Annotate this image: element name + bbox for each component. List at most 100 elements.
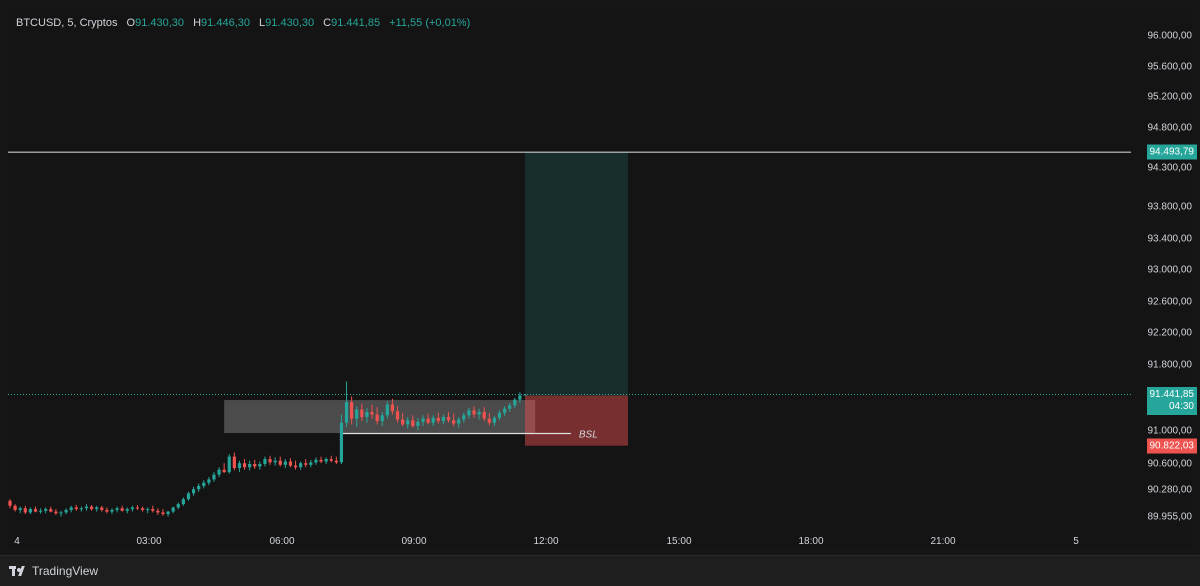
candle-body <box>518 395 522 400</box>
candle-body <box>38 510 43 512</box>
candle-body <box>191 489 196 494</box>
time-tick-label: 21:00 <box>930 536 956 547</box>
candle-body <box>304 463 308 465</box>
candle-body <box>161 512 165 515</box>
candle-body <box>54 511 58 514</box>
symbol-label[interactable]: BTCUSD, 5, Cryptos <box>16 17 117 29</box>
candle-body <box>421 418 425 422</box>
candle-body <box>457 419 461 424</box>
candle-body <box>130 507 134 510</box>
candle-body <box>33 509 38 512</box>
candle-body <box>467 410 471 416</box>
candle-body <box>436 417 440 422</box>
candle-body <box>253 464 257 467</box>
candle-body <box>411 420 415 427</box>
candle-body <box>288 461 293 466</box>
candle-body <box>28 509 32 513</box>
candle-body <box>441 416 446 422</box>
open-label: O <box>126 17 136 29</box>
candle-body <box>237 463 242 469</box>
candle-body <box>115 508 119 510</box>
candle-body <box>110 509 114 512</box>
price-tick-label: 93.800,00 <box>1147 201 1193 213</box>
candle-body <box>263 459 267 464</box>
candle-body <box>406 420 410 425</box>
candle-body <box>492 417 497 423</box>
candle-body <box>299 463 303 468</box>
candle-body <box>69 507 73 510</box>
candle-body <box>166 511 170 515</box>
candle-body <box>431 417 435 423</box>
candle-body <box>513 399 517 406</box>
open-value: 91.430,30 <box>135 17 185 29</box>
candle-body <box>462 415 466 420</box>
candle-body <box>446 416 451 421</box>
candle-body <box>278 460 282 465</box>
candle-body <box>171 507 175 512</box>
chart-area[interactable]: BSL <box>8 8 1131 549</box>
candle-body <box>59 512 63 514</box>
candle-body <box>426 418 430 423</box>
candle-body <box>120 508 124 511</box>
candle-body <box>181 499 185 505</box>
candle-body <box>508 405 512 409</box>
price-tick-label: 94.300,00 <box>1147 162 1193 173</box>
candle-body <box>146 509 150 511</box>
candle-body <box>49 509 53 512</box>
current-price-badge: 91.441,85 04:30 <box>1146 386 1197 415</box>
candle-body <box>309 462 313 465</box>
candle-body <box>64 509 68 513</box>
price-tick-label: 91.000,00 <box>1147 425 1193 437</box>
candle-body <box>222 469 226 473</box>
candle-body <box>482 412 486 419</box>
time-tick-label: 5 <box>1073 536 1079 547</box>
candle-body <box>319 459 323 462</box>
candle-body <box>176 504 180 508</box>
candle-body <box>324 459 328 462</box>
candle-body <box>125 509 129 511</box>
price-tick-label: 96.000,00 <box>1147 30 1193 42</box>
countdown-value: 04:30 <box>1168 400 1194 412</box>
change-value: +11,55 (+0,01%) <box>389 17 471 29</box>
high-label: H <box>193 17 202 29</box>
candle-body <box>314 459 318 463</box>
close-label: C <box>323 17 332 29</box>
candle-body <box>140 508 145 510</box>
candle-body <box>350 402 354 419</box>
candle-body <box>375 414 379 422</box>
candle-body <box>18 508 22 510</box>
candle-body <box>217 469 221 475</box>
candle-body <box>380 415 384 422</box>
candle-body <box>8 500 12 506</box>
candle-body <box>248 464 252 468</box>
candle-body <box>503 408 507 413</box>
candle-body <box>258 464 262 467</box>
candle-body <box>487 418 491 423</box>
tradingview-logo[interactable]: TradingView <box>9 564 98 578</box>
candle-body <box>95 507 99 510</box>
candle-body <box>390 404 395 412</box>
bsl-label: BSL <box>579 429 598 440</box>
candle-body <box>329 459 333 461</box>
price-tick-label: 89.955,00 <box>1147 511 1193 523</box>
time-tick-label: 09:00 <box>401 536 427 547</box>
chart-canvas[interactable]: BSL <box>8 8 1131 549</box>
stop-zone <box>525 395 628 446</box>
price-tick-label: 95.200,00 <box>1147 91 1193 103</box>
time-tick-label: 18:00 <box>798 536 824 547</box>
target-zone <box>525 152 628 396</box>
price-tick-label: 90.600,00 <box>1147 458 1193 470</box>
price-tick-label: 93.400,00 <box>1147 233 1193 245</box>
candle-body <box>212 474 216 480</box>
candle-body <box>242 463 247 468</box>
price-tick-label: 90.280,00 <box>1147 484 1193 496</box>
candle-body <box>497 412 502 418</box>
footer-bar: TradingView <box>0 555 1200 586</box>
price-tick-label: 92.600,00 <box>1147 296 1193 308</box>
time-tick-label: 06:00 <box>269 536 295 547</box>
candle-body <box>477 412 481 415</box>
candle-body <box>523 394 527 396</box>
high-value: 91.446,30 <box>201 17 250 29</box>
tradingview-logo-icon <box>9 566 27 576</box>
candle-body <box>100 507 104 510</box>
